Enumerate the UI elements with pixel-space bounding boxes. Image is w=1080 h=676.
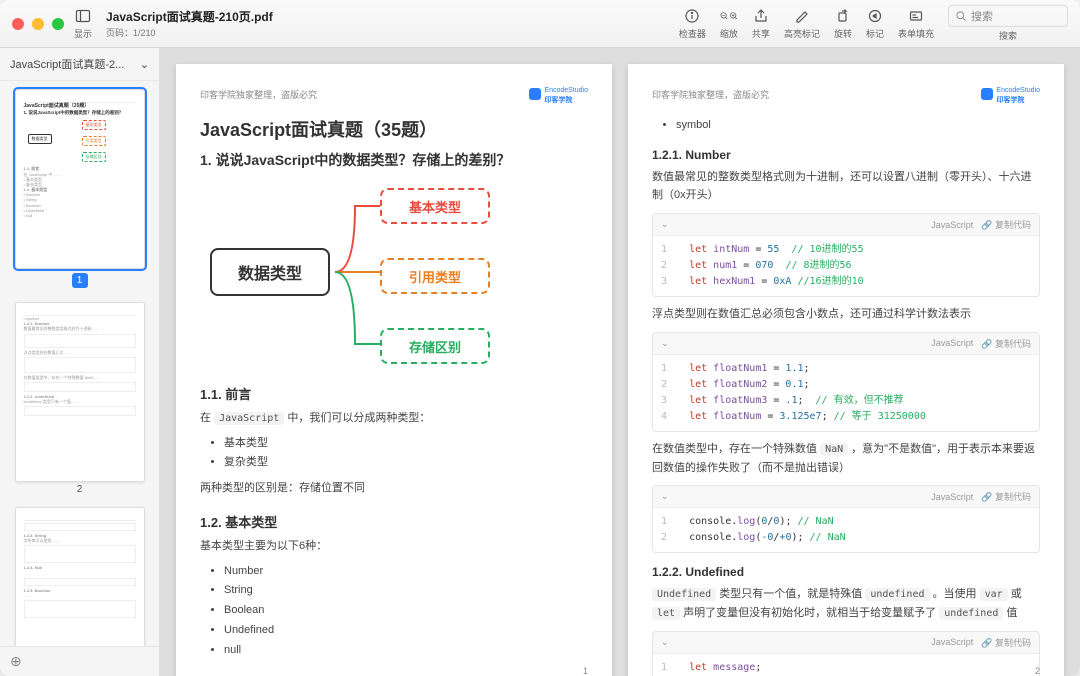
zoom-icon: [720, 7, 738, 25]
thumbnail-2[interactable]: • symbol1.2.1. Number数值最常见的整数类型格式则为十进制………: [15, 302, 145, 482]
question-1: 1. 说说JavaScript中的数据类型？存储上的差别？: [200, 150, 588, 170]
page-2: 印客学院独家整理，盗版必究 EncodeStudio印客学院 symbol 1.…: [628, 64, 1064, 676]
sidebar-icon: [74, 7, 92, 25]
form-fill-button[interactable]: 表单填充: [898, 7, 934, 40]
inspector-button[interactable]: 检查器: [679, 7, 706, 40]
highlight-icon: [793, 7, 811, 25]
page-viewer[interactable]: 印客学院独家整理，盗版必究 EncodeStudio印客学院 JavaScrip…: [160, 48, 1080, 676]
section-1-2-1: 1.2.1. Number: [652, 148, 1040, 162]
show-label: 显示: [74, 27, 92, 40]
close-button[interactable]: [12, 18, 24, 30]
list: 基本类型复杂类型: [200, 434, 588, 474]
add-page-button[interactable]: ⊕: [0, 646, 159, 676]
page-indicator: 页码：1/210: [106, 26, 316, 39]
doc-header-text: 印客学院独家整理，盗版必究: [200, 88, 317, 101]
maximize-button[interactable]: [52, 18, 64, 30]
search-group: 搜索 搜索: [948, 5, 1068, 42]
show-toggle[interactable]: 显示: [74, 7, 92, 40]
code-block: ⌄JavaScript🔗 复制代码 1 let floatNum1 = 1.1;…: [652, 332, 1040, 432]
code-block: ⌄JavaScript🔗 复制代码 1 let message; 2 conso…: [652, 631, 1040, 676]
list: NumberStringBooleanUndefinednull: [200, 562, 588, 661]
title-area: JavaScript面试真题-210页.pdf 页码：1/210: [106, 8, 316, 39]
doc-title: JavaScript面试真题（35题）: [200, 116, 588, 142]
sidebar: JavaScript面试真题-2... ⌄ JavaScript面试真题（35题…: [0, 48, 160, 676]
pdf-viewer-window: 显示 JavaScript面试真题-210页.pdf 页码：1/210 检查器 …: [0, 0, 1080, 676]
search-input[interactable]: 搜索: [948, 5, 1068, 27]
window-controls: [12, 18, 64, 30]
search-icon: [955, 10, 967, 22]
chevron-down-icon: ⌄: [140, 58, 149, 71]
section-1-2-2: 1.2.2. Undefined: [652, 565, 1040, 579]
share-button[interactable]: 共享: [752, 7, 770, 40]
sidebar-header[interactable]: JavaScript面试真题-2... ⌄: [0, 48, 159, 81]
markup-icon: [866, 7, 884, 25]
thumbnail-3[interactable]: 1.2.3. String字符串可以使用…… 1.2.4. Null…… 1.2…: [15, 507, 145, 646]
minimize-button[interactable]: [32, 18, 44, 30]
data-type-diagram: 数据类型 基本类型 引用类型 存储区别: [200, 180, 588, 370]
code-block: ⌄JavaScript🔗 复制代码 1 let intNum = 55 // 1…: [652, 213, 1040, 297]
share-icon: [752, 7, 770, 25]
logo: EncodeStudio印客学院: [529, 84, 588, 104]
rotate-button[interactable]: 旋转: [834, 7, 852, 40]
code-block: ⌄JavaScript🔗 复制代码 1 console.log(0/0); //…: [652, 485, 1040, 553]
rotate-icon: [834, 7, 852, 25]
section-1-1: 1.1. 前言: [200, 384, 588, 403]
para: 在 JavaScript 中，我们可以分成两种类型：: [200, 409, 588, 428]
titlebar: 显示 JavaScript面试真题-210页.pdf 页码：1/210 检查器 …: [0, 0, 1080, 48]
markup-button[interactable]: 标记: [866, 7, 884, 40]
zoom-button[interactable]: 缩放: [720, 7, 738, 40]
thumbnails: JavaScript面试真题（35题） 1. 说说JavaScript中的数据类…: [0, 81, 159, 646]
form-icon: [907, 7, 925, 25]
section-1-2: 1.2. 基本类型: [200, 512, 588, 531]
filename: JavaScript面试真题-210页.pdf: [106, 8, 316, 25]
thumbnail-1[interactable]: JavaScript面试真题（35题） 1. 说说JavaScript中的数据类…: [15, 89, 145, 269]
highlight-button[interactable]: 高亮标记: [784, 7, 820, 40]
page-1: 印客学院独家整理，盗版必究 EncodeStudio印客学院 JavaScrip…: [176, 64, 612, 676]
info-icon: [683, 7, 701, 25]
